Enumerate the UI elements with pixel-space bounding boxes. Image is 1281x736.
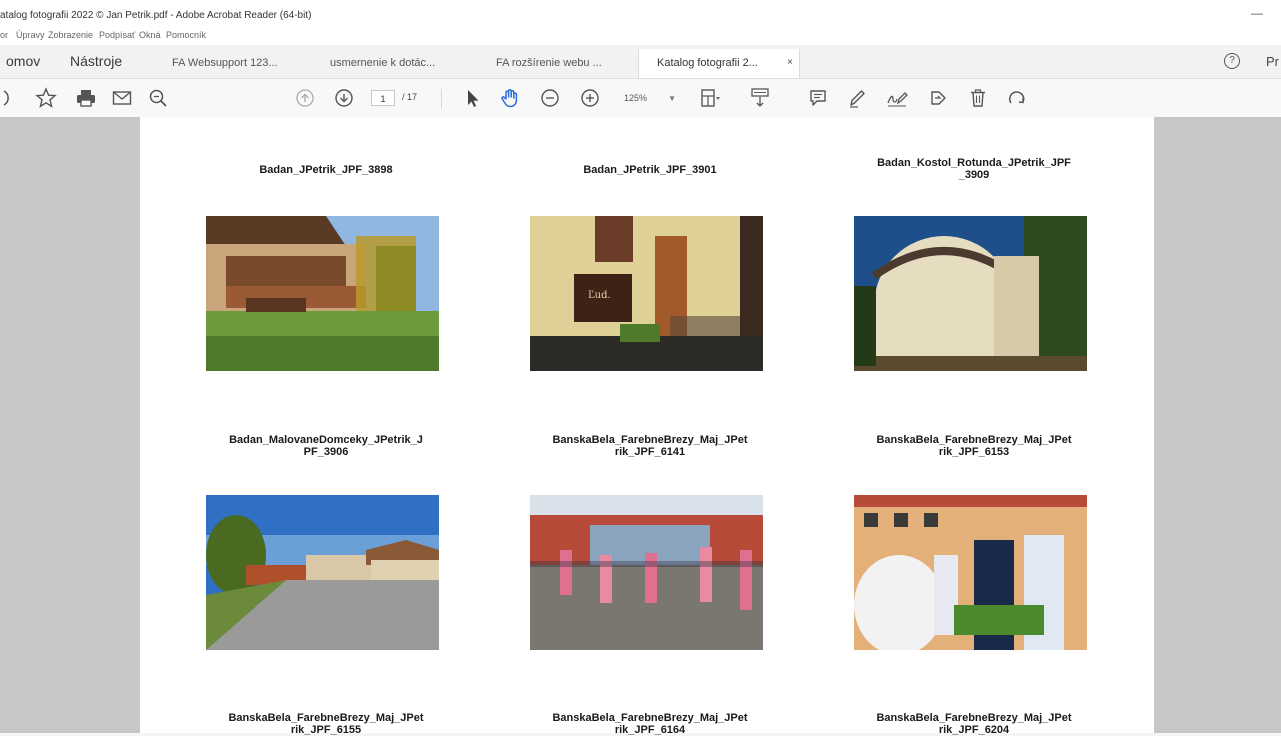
delete-icon[interactable] <box>966 86 990 110</box>
help-icon[interactable]: ? <box>1224 53 1240 69</box>
pen-icon[interactable] <box>845 86 869 110</box>
document-viewport[interactable]: Badan_JPetrik_JPF_3898 Badan_JPetrik_JPF… <box>0 117 1281 736</box>
photo-caption: Badan_Kostol_Rotunda_JPetrik_JPF _3909 <box>877 157 1071 181</box>
menu-bar: or Úpravy Zobrazenie Podpísať Okná Pomoc… <box>0 27 1281 45</box>
photo-folk-girls <box>854 495 1087 650</box>
zoom-select[interactable]: 125% ▼ <box>618 90 682 107</box>
menu-edit[interactable]: Úpravy <box>16 30 45 40</box>
scroll-mode-icon[interactable] <box>748 86 772 110</box>
save-icon[interactable] <box>0 86 10 110</box>
photo-veranda-garden <box>206 216 439 371</box>
hand-icon[interactable] <box>498 86 522 110</box>
doc-tab-label: FA Websupport 123... <box>172 57 278 69</box>
close-tab-icon[interactable]: × <box>787 57 793 68</box>
photo-caption: BanskaBela_FarebneBrezy_Maj_JPet rik_JPF… <box>228 712 424 736</box>
rotate-icon[interactable] <box>1005 86 1029 110</box>
zoom-value: 125% <box>624 93 648 103</box>
doc-tab-label: usmernenie k dotác... <box>330 57 436 69</box>
page-number-input[interactable]: 1 <box>371 90 395 106</box>
doc-tab-websupport[interactable]: FA Websupport 123... <box>172 49 322 78</box>
page-up-icon[interactable] <box>293 86 317 110</box>
photo-folk-dance <box>530 495 763 650</box>
page-down-icon[interactable] <box>332 86 356 110</box>
zoom-in-icon[interactable] <box>578 86 602 110</box>
zoom-out-icon[interactable] <box>538 86 562 110</box>
photo-rotunda <box>854 216 1087 371</box>
fit-page-icon[interactable] <box>697 86 721 110</box>
chevron-down-icon: ▼ <box>668 94 676 103</box>
pdf-page: Badan_JPetrik_JPF_3898 Badan_JPetrik_JPF… <box>140 117 1154 736</box>
tab-bar: omov Nástroje FA Websupport 123... usmer… <box>0 45 1281 79</box>
svg-text:Ľud.: Ľud. <box>588 290 611 301</box>
doc-tab-usmernenie[interactable]: usmernenie k dotác... <box>330 49 480 78</box>
window-titlebar: atalog fotografii 2022 © Jan Petrik.pdf … <box>0 0 1281 27</box>
comment-icon[interactable] <box>806 86 830 110</box>
photo-caption: Badan_JPetrik_JPF_3901 <box>583 164 717 176</box>
print-icon[interactable] <box>74 86 98 110</box>
page-total: / 17 <box>402 92 418 102</box>
doc-tab-rozsirenie[interactable]: FA rozšírenie webu ... <box>496 49 636 78</box>
tab-home[interactable]: omov <box>6 53 40 69</box>
profile-label[interactable]: Pr <box>1266 54 1279 69</box>
doc-tab-label: FA rozšírenie webu ... <box>496 57 602 69</box>
menu-help[interactable]: Pomocník <box>166 30 206 40</box>
menu-sign[interactable]: Podpísať <box>99 30 135 40</box>
share-icon[interactable] <box>926 86 950 110</box>
photo-caption: BanskaBela_FarebneBrezy_Maj_JPet rik_JPF… <box>552 712 748 736</box>
bookmark-star-icon[interactable] <box>34 86 58 110</box>
photo-caption: Badan_JPetrik_JPF_3898 <box>259 164 393 176</box>
photo-house-sign: Ľud. <box>530 216 763 371</box>
sign-icon[interactable] <box>885 86 909 110</box>
photo-caption: BanskaBela_FarebneBrezy_Maj_JPet rik_JPF… <box>552 434 748 458</box>
window-title: atalog fotografii 2022 © Jan Petrik.pdf … <box>0 10 312 21</box>
photo-village-road <box>206 495 439 650</box>
tab-tools[interactable]: Nástroje <box>70 53 122 69</box>
photo-caption: BanskaBela_FarebneBrezy_Maj_JPet rik_JPF… <box>876 712 1072 736</box>
menu-file[interactable]: or <box>0 30 8 40</box>
minimize-button[interactable]: — <box>1251 6 1263 20</box>
email-icon[interactable] <box>110 86 134 110</box>
main-toolbar: 1 / 17 125% ▼ <box>0 79 1281 118</box>
photo-caption: Badan_MalovaneDomceky_JPetrik_J PF_3906 <box>229 434 423 458</box>
menu-view[interactable]: Zobrazenie <box>48 30 93 40</box>
doc-tab-label: Katalog fotografii 2... <box>657 57 758 69</box>
doc-tab-katalog[interactable]: Katalog fotografii 2... × <box>638 49 800 78</box>
menu-window[interactable]: Okná <box>139 30 161 40</box>
zoom-search-icon[interactable] <box>146 86 170 110</box>
select-cursor-icon[interactable] <box>460 86 484 110</box>
toolbar-divider <box>441 89 442 109</box>
photo-caption: BanskaBela_FarebneBrezy_Maj_JPet rik_JPF… <box>876 434 1072 458</box>
